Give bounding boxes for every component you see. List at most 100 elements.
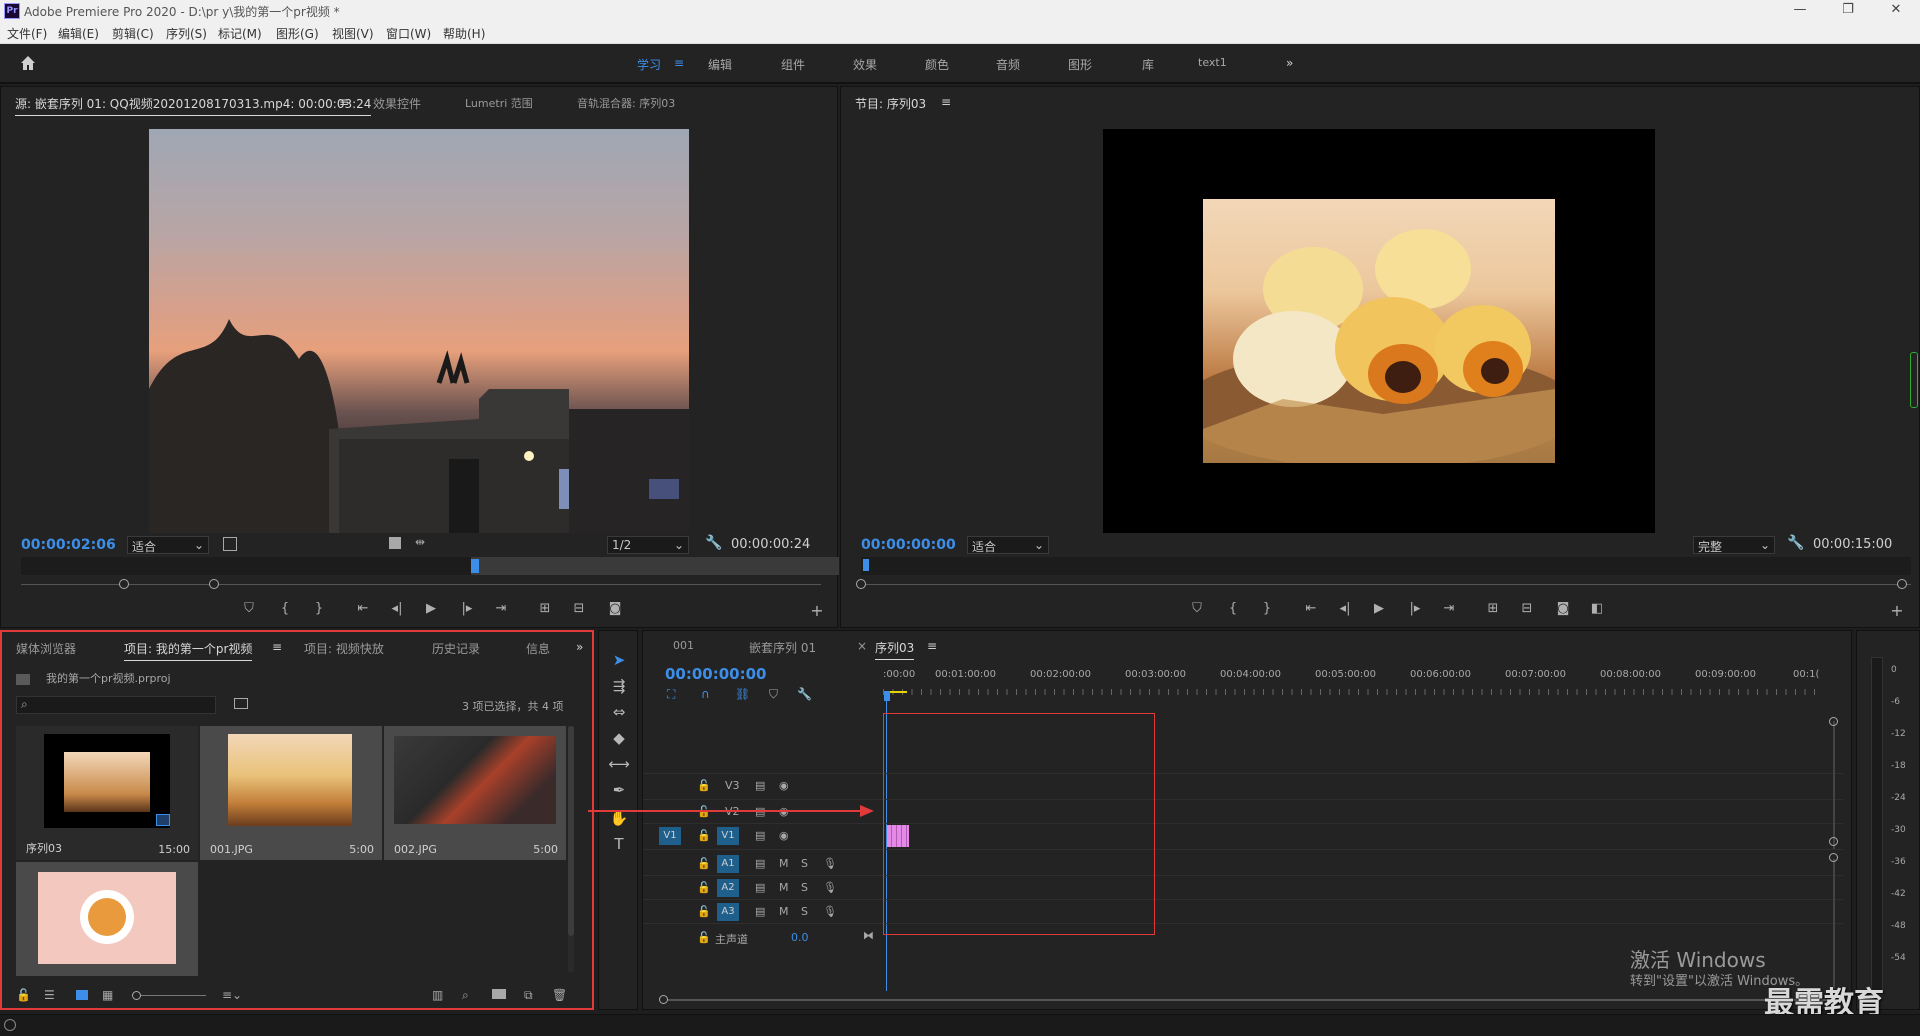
lock-track-icon[interactable]: 🔓	[697, 905, 711, 918]
timeline-ruler[interactable]: :00:00 00:01:00:00 00:02:00:00 00:03:00:…	[883, 663, 1833, 699]
menu-help[interactable]: 帮助(H)	[443, 25, 485, 42]
project-item-001[interactable]: 001.JPG 5:00	[200, 726, 382, 860]
go-to-in-icon[interactable]: ⇤	[353, 601, 373, 616]
solo-button[interactable]: S	[801, 857, 808, 870]
go-to-out-icon[interactable]: ⇥	[1439, 601, 1459, 616]
eye-icon[interactable]: ◉	[779, 829, 789, 842]
sync-lock-icon[interactable]: ▤	[755, 779, 765, 792]
thumbnail-size-slider[interactable]	[132, 991, 206, 1000]
menu-clip[interactable]: 剪辑(C)	[112, 25, 154, 42]
solo-button[interactable]: S	[801, 881, 808, 894]
zoom-handle-right[interactable]	[209, 579, 219, 589]
source-time-ruler[interactable]	[21, 557, 839, 575]
camera-icon[interactable]: ◙	[1553, 601, 1573, 616]
workspace-edit[interactable]: 编辑	[708, 56, 732, 73]
mute-button[interactable]: M	[779, 857, 789, 870]
program-panel-menu-icon[interactable]: ≡	[941, 95, 951, 109]
linked-selection-icon[interactable]: ⛓	[735, 687, 750, 701]
tab-project-main[interactable]: 项目: 我的第一个pr视频	[124, 640, 253, 661]
razor-tool-icon[interactable]: ◆	[605, 729, 633, 747]
list-view-icon[interactable]: ☰	[44, 988, 55, 1002]
safe-margins-icon[interactable]	[223, 537, 237, 551]
source-panel-menu-icon[interactable]: ≡	[339, 95, 349, 109]
wrench-icon[interactable]: 🔧	[705, 535, 722, 551]
workspace-learn[interactable]: 学习	[637, 56, 661, 73]
menu-file[interactable]: 文件(F)	[7, 25, 47, 42]
workspace-assembly[interactable]: 组件	[781, 56, 805, 73]
tab-lumetri-scopes[interactable]: Lumetri 范围	[465, 95, 533, 111]
source-patch-v1[interactable]: V1	[659, 827, 681, 845]
slip-tool-icon[interactable]: ⟷	[605, 755, 633, 773]
mute-button[interactable]: M	[779, 905, 789, 918]
home-icon[interactable]	[18, 53, 38, 73]
workspace-menu-icon[interactable]: ≡	[674, 56, 684, 70]
freeform-view-icon[interactable]: ▦	[102, 988, 113, 1002]
solo-button[interactable]: S	[801, 905, 808, 918]
source-resolution-select[interactable]: 1/2 ⌄	[607, 536, 689, 554]
type-tool-icon[interactable]: T	[605, 835, 633, 853]
snap-icon[interactable]: ∩	[701, 687, 710, 701]
add-button-icon[interactable]: +	[807, 601, 827, 620]
minimize-button[interactable]: —	[1780, 2, 1820, 17]
mark-in-icon[interactable]: {	[275, 601, 295, 616]
tab-info[interactable]: 信息	[526, 640, 550, 657]
workspace-libraries[interactable]: 库	[1142, 56, 1154, 73]
zoom-handle-left[interactable]	[856, 579, 866, 589]
program-playhead[interactable]	[863, 559, 869, 571]
scroll-indicator[interactable]	[1910, 352, 1918, 408]
video-track-scrollbar[interactable]	[1833, 721, 1835, 849]
go-to-in-icon[interactable]: ⇤	[1301, 601, 1321, 616]
source-zoom-bar[interactable]	[21, 584, 821, 585]
workspace-effects[interactable]: 效果	[853, 56, 877, 73]
project-item-003[interactable]	[16, 862, 198, 976]
play-icon[interactable]: ▶	[1369, 601, 1389, 616]
workspace-color[interactable]: 颜色	[925, 56, 949, 73]
sync-lock-icon[interactable]: ▤	[755, 857, 765, 870]
pen-tool-icon[interactable]: ✒	[605, 781, 633, 799]
timeline-timecode[interactable]: 00:00:00:00	[665, 665, 767, 683]
microphone-icon[interactable]: 🎙	[823, 905, 837, 918]
track-a1-label[interactable]: A1	[717, 855, 739, 873]
program-fit-select[interactable]: 适合 ⌄	[967, 536, 1049, 554]
track-v3-label[interactable]: V3	[725, 779, 740, 792]
selection-tool-icon[interactable]: ➤	[605, 651, 633, 669]
step-back-icon[interactable]: ◂|	[1335, 601, 1355, 616]
zoom-handle-right[interactable]	[1897, 579, 1907, 589]
menu-window[interactable]: 窗口(W)	[386, 25, 431, 42]
project-item-002[interactable]: 002.JPG 5:00	[384, 726, 566, 860]
lift-icon[interactable]: ⊞	[1483, 601, 1503, 616]
workspace-text1[interactable]: text1	[1198, 56, 1227, 69]
zoom-handle-left[interactable]	[119, 579, 129, 589]
drag-video-icon[interactable]: ⇹	[415, 535, 425, 549]
sort-icon[interactable]: ≡⌄	[222, 988, 242, 1002]
project-search-input[interactable]: ⌕	[16, 696, 216, 714]
lock-track-icon[interactable]: 🔓	[697, 881, 711, 894]
add-marker-icon[interactable]: ⛉	[769, 687, 778, 702]
lock-track-icon[interactable]: 🔓	[697, 779, 711, 792]
close-tab-icon[interactable]: ×	[857, 639, 867, 653]
icon-view-icon[interactable]	[76, 990, 88, 1000]
source-fit-select[interactable]: 适合 ⌄	[127, 536, 209, 554]
tab-timeline-nested[interactable]: 嵌套序列 01	[749, 639, 816, 656]
sync-lock-icon[interactable]: ▤	[755, 905, 765, 918]
overwrite-icon[interactable]: ⊟	[569, 601, 589, 616]
wrench-icon[interactable]: 🔧	[797, 687, 812, 701]
automate-to-sequence-icon[interactable]: ▥	[432, 988, 443, 1002]
more-panels-icon[interactable]: »	[576, 640, 583, 654]
add-button-icon[interactable]: +	[1887, 601, 1907, 620]
sync-lock-icon[interactable]: ▤	[755, 881, 765, 894]
find-icon[interactable]: ⌕	[462, 988, 469, 1003]
program-quality-select[interactable]: 完整 ⌄	[1693, 536, 1775, 554]
play-icon[interactable]: ▶	[421, 601, 441, 616]
lock-track-icon[interactable]: 🔓	[697, 931, 711, 944]
tab-audio-track-mixer[interactable]: 音轨混合器: 序列03	[577, 95, 675, 111]
timeline-horizontal-scrollbar[interactable]	[663, 999, 1833, 1001]
menu-graphics[interactable]: 图形(G)	[276, 25, 319, 42]
workspace-audio[interactable]: 音频	[996, 56, 1020, 73]
nest-toggle-icon[interactable]: ⛶	[667, 687, 675, 702]
track-v1-label[interactable]: V1	[717, 827, 739, 845]
track-a2-label[interactable]: A2	[717, 879, 739, 897]
step-back-icon[interactable]: ◂|	[387, 601, 407, 616]
add-marker-icon[interactable]: ⛉	[239, 601, 259, 616]
restore-button[interactable]: ❐	[1828, 2, 1868, 17]
